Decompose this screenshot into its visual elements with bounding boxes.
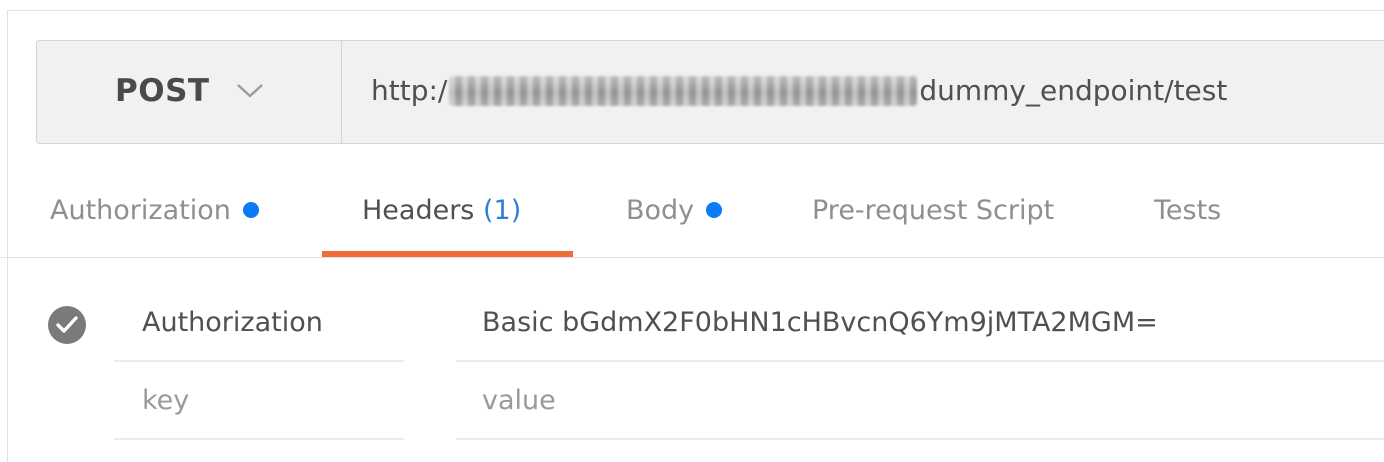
header-key-input[interactable]: Authorization xyxy=(114,284,404,362)
tab-label: Pre-request Script xyxy=(812,195,1055,226)
redacted-url-segment xyxy=(449,76,918,106)
new-header-key-input[interactable]: key xyxy=(114,362,404,440)
chevron-down-icon xyxy=(237,84,263,98)
tab-label: Body xyxy=(626,195,695,226)
tab-pre-request-script[interactable]: Pre-request Script xyxy=(812,172,1054,257)
tab-label: Tests xyxy=(1154,195,1222,226)
header-value-input[interactable]: Basic bGdmX2F0bHN1cHBvcnQ6Ym9jMTA2MGM= xyxy=(456,284,1384,362)
url-suffix: dummy_endpoint/test xyxy=(919,74,1228,107)
tab-label: Authorization xyxy=(50,195,231,226)
new-header-row: key value xyxy=(0,362,1384,440)
header-row: Authorization Basic bGdmX2F0bHN1cHBvcnQ6… xyxy=(0,284,1384,362)
request-bar: POST http:/ dummy_endpoint/test xyxy=(36,40,1384,144)
request-tabs: Authorization Headers (1) Body Pre-reque… xyxy=(0,172,1384,258)
url-input[interactable]: http:/ dummy_endpoint/test xyxy=(371,69,1331,113)
url-prefix: http:/ xyxy=(371,74,448,107)
check-icon xyxy=(56,316,78,333)
method-dropdown[interactable]: POST xyxy=(37,41,342,143)
tab-label: Headers xyxy=(362,195,475,226)
modified-dot-icon xyxy=(706,201,723,218)
headers-count-badge: (1) xyxy=(482,195,522,226)
tab-headers[interactable]: Headers (1) xyxy=(321,172,574,257)
tab-body[interactable]: Body xyxy=(626,172,723,257)
new-header-value-input[interactable]: value xyxy=(456,362,1384,440)
tab-tests[interactable]: Tests xyxy=(1154,172,1221,257)
method-label: POST xyxy=(115,73,210,109)
tab-authorization[interactable]: Authorization xyxy=(50,172,259,257)
modified-dot-icon xyxy=(242,201,259,218)
header-enabled-checkbox[interactable] xyxy=(48,306,86,344)
